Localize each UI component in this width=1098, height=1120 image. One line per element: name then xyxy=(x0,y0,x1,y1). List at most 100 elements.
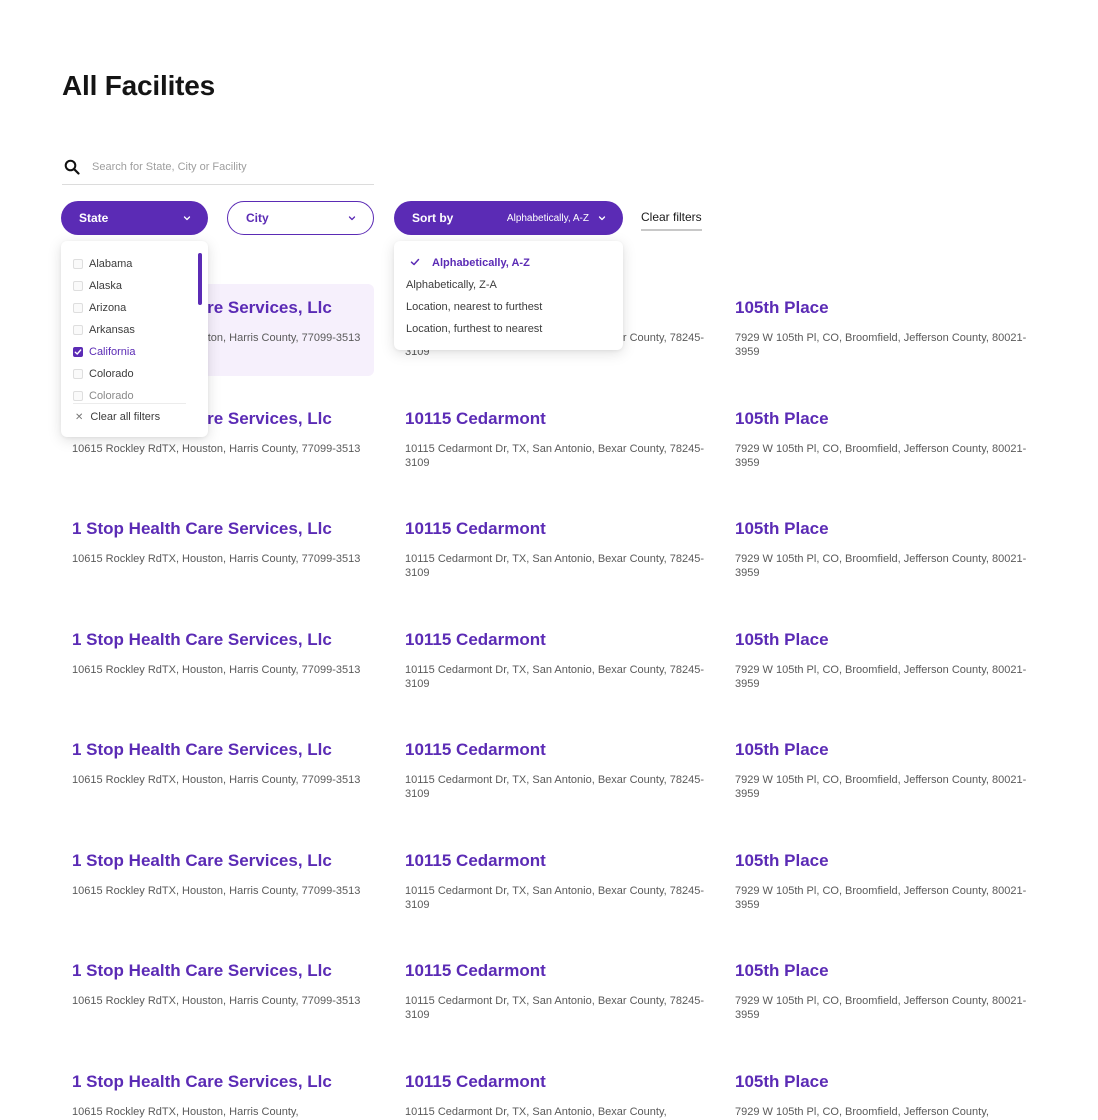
facility-card[interactable]: 1 Stop Health Care Services, Llc 10615 Ro… xyxy=(72,1072,392,1119)
sort-option[interactable]: Alphabetically, Z-A xyxy=(406,274,542,296)
facility-name[interactable]: 10115 Cedarmont xyxy=(405,630,725,650)
facility-address: 10615 Rockley RdTX, Houston, Harris Coun… xyxy=(72,443,361,455)
facility-name[interactable]: 10115 Cedarmont xyxy=(405,851,725,871)
facility-card[interactable]: 1 Stop Health Care Services, Llc 10615 Ro… xyxy=(72,740,392,787)
facility-address: 7929 W 105th Pl, CO, Broomfield, Jeffers… xyxy=(735,553,1027,579)
sort-option-label: Alphabetically, A-Z xyxy=(432,257,530,269)
facility-name[interactable]: 1 Stop Health Care Services, Llc xyxy=(72,1072,392,1092)
state-option[interactable]: Alaska xyxy=(73,275,135,297)
facility-address: 10115 Cedarmont Dr, TX, San Antonio, Bex… xyxy=(405,553,705,579)
state-option[interactable]: California xyxy=(73,341,135,363)
page-title: All Facilites xyxy=(62,70,216,101)
facility-address: 10615 Rockley RdTX, Houston, Harris Coun… xyxy=(72,664,361,676)
facility-name[interactable]: 105th Place xyxy=(735,519,1055,539)
state-option[interactable]: Alabama xyxy=(73,253,135,275)
facility-name[interactable]: 10115 Cedarmont xyxy=(405,519,725,539)
facility-card[interactable]: 1 Stop Health Care Services, Llc 10615 Ro… xyxy=(72,851,392,898)
clear-filters-link[interactable]: Clear filters xyxy=(641,210,702,231)
state-filter-label: State xyxy=(79,211,109,225)
facility-name[interactable]: 105th Place xyxy=(735,409,1055,429)
state-option-label: California xyxy=(89,346,136,358)
checkbox[interactable] xyxy=(73,281,83,291)
facility-name[interactable]: 10115 Cedarmont xyxy=(405,409,725,429)
facility-address: 7929 W 105th Pl, CO, Broomfield, Jeffers… xyxy=(735,332,1027,358)
clear-all-filters-button[interactable]: ✕ Clear all filters xyxy=(75,411,160,423)
facility-name[interactable]: 10115 Cedarmont xyxy=(405,740,725,760)
state-option[interactable]: Arizona xyxy=(73,297,135,319)
facility-card[interactable]: 105th Place 7929 W 105th Pl, CO, Broomfie… xyxy=(735,409,1055,470)
chevron-down-icon xyxy=(598,216,606,221)
facility-card[interactable]: 10115 Cedarmont 10115 Cedarmont Dr, TX, S… xyxy=(405,519,725,580)
facility-card[interactable]: 105th Place 7929 W 105th Pl, CO, Broomfie… xyxy=(735,630,1055,691)
facility-name[interactable]: 105th Place xyxy=(735,1072,1055,1092)
state-option[interactable]: Colorado xyxy=(73,363,135,385)
facility-card[interactable]: 105th Place 7929 W 105th Pl, CO, Broomfie… xyxy=(735,519,1055,580)
facility-name[interactable]: 105th Place xyxy=(735,851,1055,871)
facility-name[interactable]: 1 Stop Health Care Services, Llc xyxy=(72,740,392,760)
facility-card[interactable]: 105th Place 7929 W 105th Pl, CO, Broomfie… xyxy=(735,851,1055,912)
facility-card[interactable]: 10115 Cedarmont 10115 Cedarmont Dr, TX, S… xyxy=(405,1072,725,1119)
chevron-down-icon xyxy=(183,216,191,221)
sort-by-button[interactable]: Sort by Alphabetically, A-Z xyxy=(394,201,623,235)
facility-address: 7929 W 105th Pl, CO, Broomfield, Jeffers… xyxy=(735,443,1027,469)
checkbox[interactable] xyxy=(73,347,83,357)
scrollbar-thumb[interactable] xyxy=(198,253,202,305)
state-option-label: Arkansas xyxy=(89,324,135,336)
facility-card[interactable]: 10115 Cedarmont 10115 Cedarmont Dr, TX, S… xyxy=(405,851,725,912)
state-option-label: Arizona xyxy=(89,302,127,314)
facility-card[interactable]: 10115 Cedarmont 10115 Cedarmont Dr, TX, S… xyxy=(405,740,725,801)
facility-name[interactable]: 1 Stop Health Care Services, Llc xyxy=(72,630,392,650)
state-option-label: Alaska xyxy=(89,280,123,292)
facility-name[interactable]: 105th Place xyxy=(735,740,1055,760)
facility-name[interactable]: 10115 Cedarmont xyxy=(405,961,725,981)
check-icon xyxy=(410,257,424,270)
facility-card[interactable]: 10115 Cedarmont 10115 Cedarmont Dr, TX, S… xyxy=(405,409,725,470)
facility-name[interactable]: 10115 Cedarmont xyxy=(405,1072,725,1092)
checkbox[interactable] xyxy=(73,259,83,269)
facility-card[interactable]: 1 Stop Health Care Services, Llc 10615 Ro… xyxy=(72,961,392,1008)
sort-option[interactable]: Location, nearest to furthest xyxy=(406,296,542,318)
facility-address: 10115 Cedarmont Dr, TX, San Antonio, Bex… xyxy=(405,443,705,469)
sort-option-label: Alphabetically, Z-A xyxy=(406,279,497,291)
facility-card[interactable]: 10115 Cedarmont 10115 Cedarmont Dr, TX, S… xyxy=(405,630,725,691)
facility-card[interactable]: 105th Place 7929 W 105th Pl, CO, Broomfie… xyxy=(735,740,1055,801)
state-option[interactable]: Arkansas xyxy=(73,319,135,341)
facility-address: 10615 Rockley RdTX, Houston, Harris Coun… xyxy=(72,885,361,897)
state-filter-button[interactable]: State xyxy=(61,201,208,235)
sort-option[interactable]: Location, furthest to nearest xyxy=(406,318,542,340)
facility-name[interactable]: 105th Place xyxy=(735,298,1055,318)
sort-option-label: Location, furthest to nearest xyxy=(406,323,543,335)
facility-name[interactable]: 1 Stop Health Care Services, Llc xyxy=(72,519,392,539)
clear-all-filters-label: Clear all filters xyxy=(90,411,161,423)
facility-address: 7929 W 105th Pl, CO, Broomfield, Jeffers… xyxy=(735,885,1027,911)
facility-address: 10115 Cedarmont Dr, TX, San Antonio, Bex… xyxy=(405,995,705,1021)
facility-card[interactable]: 10115 Cedarmont 10115 Cedarmont Dr, TX, S… xyxy=(405,961,725,1022)
state-option-list: Alabama Alaska Arizona Arkansas California Co… xyxy=(73,253,135,407)
chevron-down-icon xyxy=(348,216,356,221)
facility-card[interactable]: 105th Place 7929 W 105th Pl, CO, Broomfie… xyxy=(735,1072,1055,1119)
sort-by-value: Alphabetically, A-Z xyxy=(506,212,589,224)
facility-name[interactable]: 105th Place xyxy=(735,630,1055,650)
sort-option[interactable]: Alphabetically, A-Z xyxy=(406,252,542,274)
facility-card[interactable]: 1 Stop Health Care Services, Llc 10615 Ro… xyxy=(72,519,392,566)
facility-address: 10115 Cedarmont Dr, TX, San Antonio, Bex… xyxy=(405,885,705,911)
checkbox[interactable] xyxy=(73,391,83,401)
checkbox[interactable] xyxy=(73,325,83,335)
facility-name[interactable]: 1 Stop Health Care Services, Llc xyxy=(72,961,392,981)
sort-by-label: Sort by xyxy=(412,211,454,225)
city-filter-button[interactable]: City xyxy=(227,201,374,235)
facility-card[interactable]: 105th Place 7929 W 105th Pl, CO, Broomfie… xyxy=(735,298,1055,359)
facility-address: 10615 Rockley RdTX, Houston, Harris Coun… xyxy=(72,774,361,786)
facility-name[interactable]: 1 Stop Health Care Services, Llc xyxy=(72,851,392,871)
facility-address: 7929 W 105th Pl, CO, Broomfield, Jeffers… xyxy=(735,1106,989,1118)
search-input[interactable] xyxy=(92,161,374,173)
sort-option-list: Alphabetically, A-Z Alphabetically, Z-A Lo… xyxy=(406,252,542,340)
check-icon xyxy=(74,349,82,355)
facility-card[interactable]: 105th Place 7929 W 105th Pl, CO, Broomfie… xyxy=(735,961,1055,1022)
facility-name[interactable]: 105th Place xyxy=(735,961,1055,981)
facility-card[interactable]: 1 Stop Health Care Services, Llc 10615 Ro… xyxy=(72,630,392,677)
checkbox[interactable] xyxy=(73,303,83,313)
search-icon xyxy=(64,159,80,175)
state-option-label: Alabama xyxy=(89,258,133,270)
checkbox[interactable] xyxy=(73,369,83,379)
